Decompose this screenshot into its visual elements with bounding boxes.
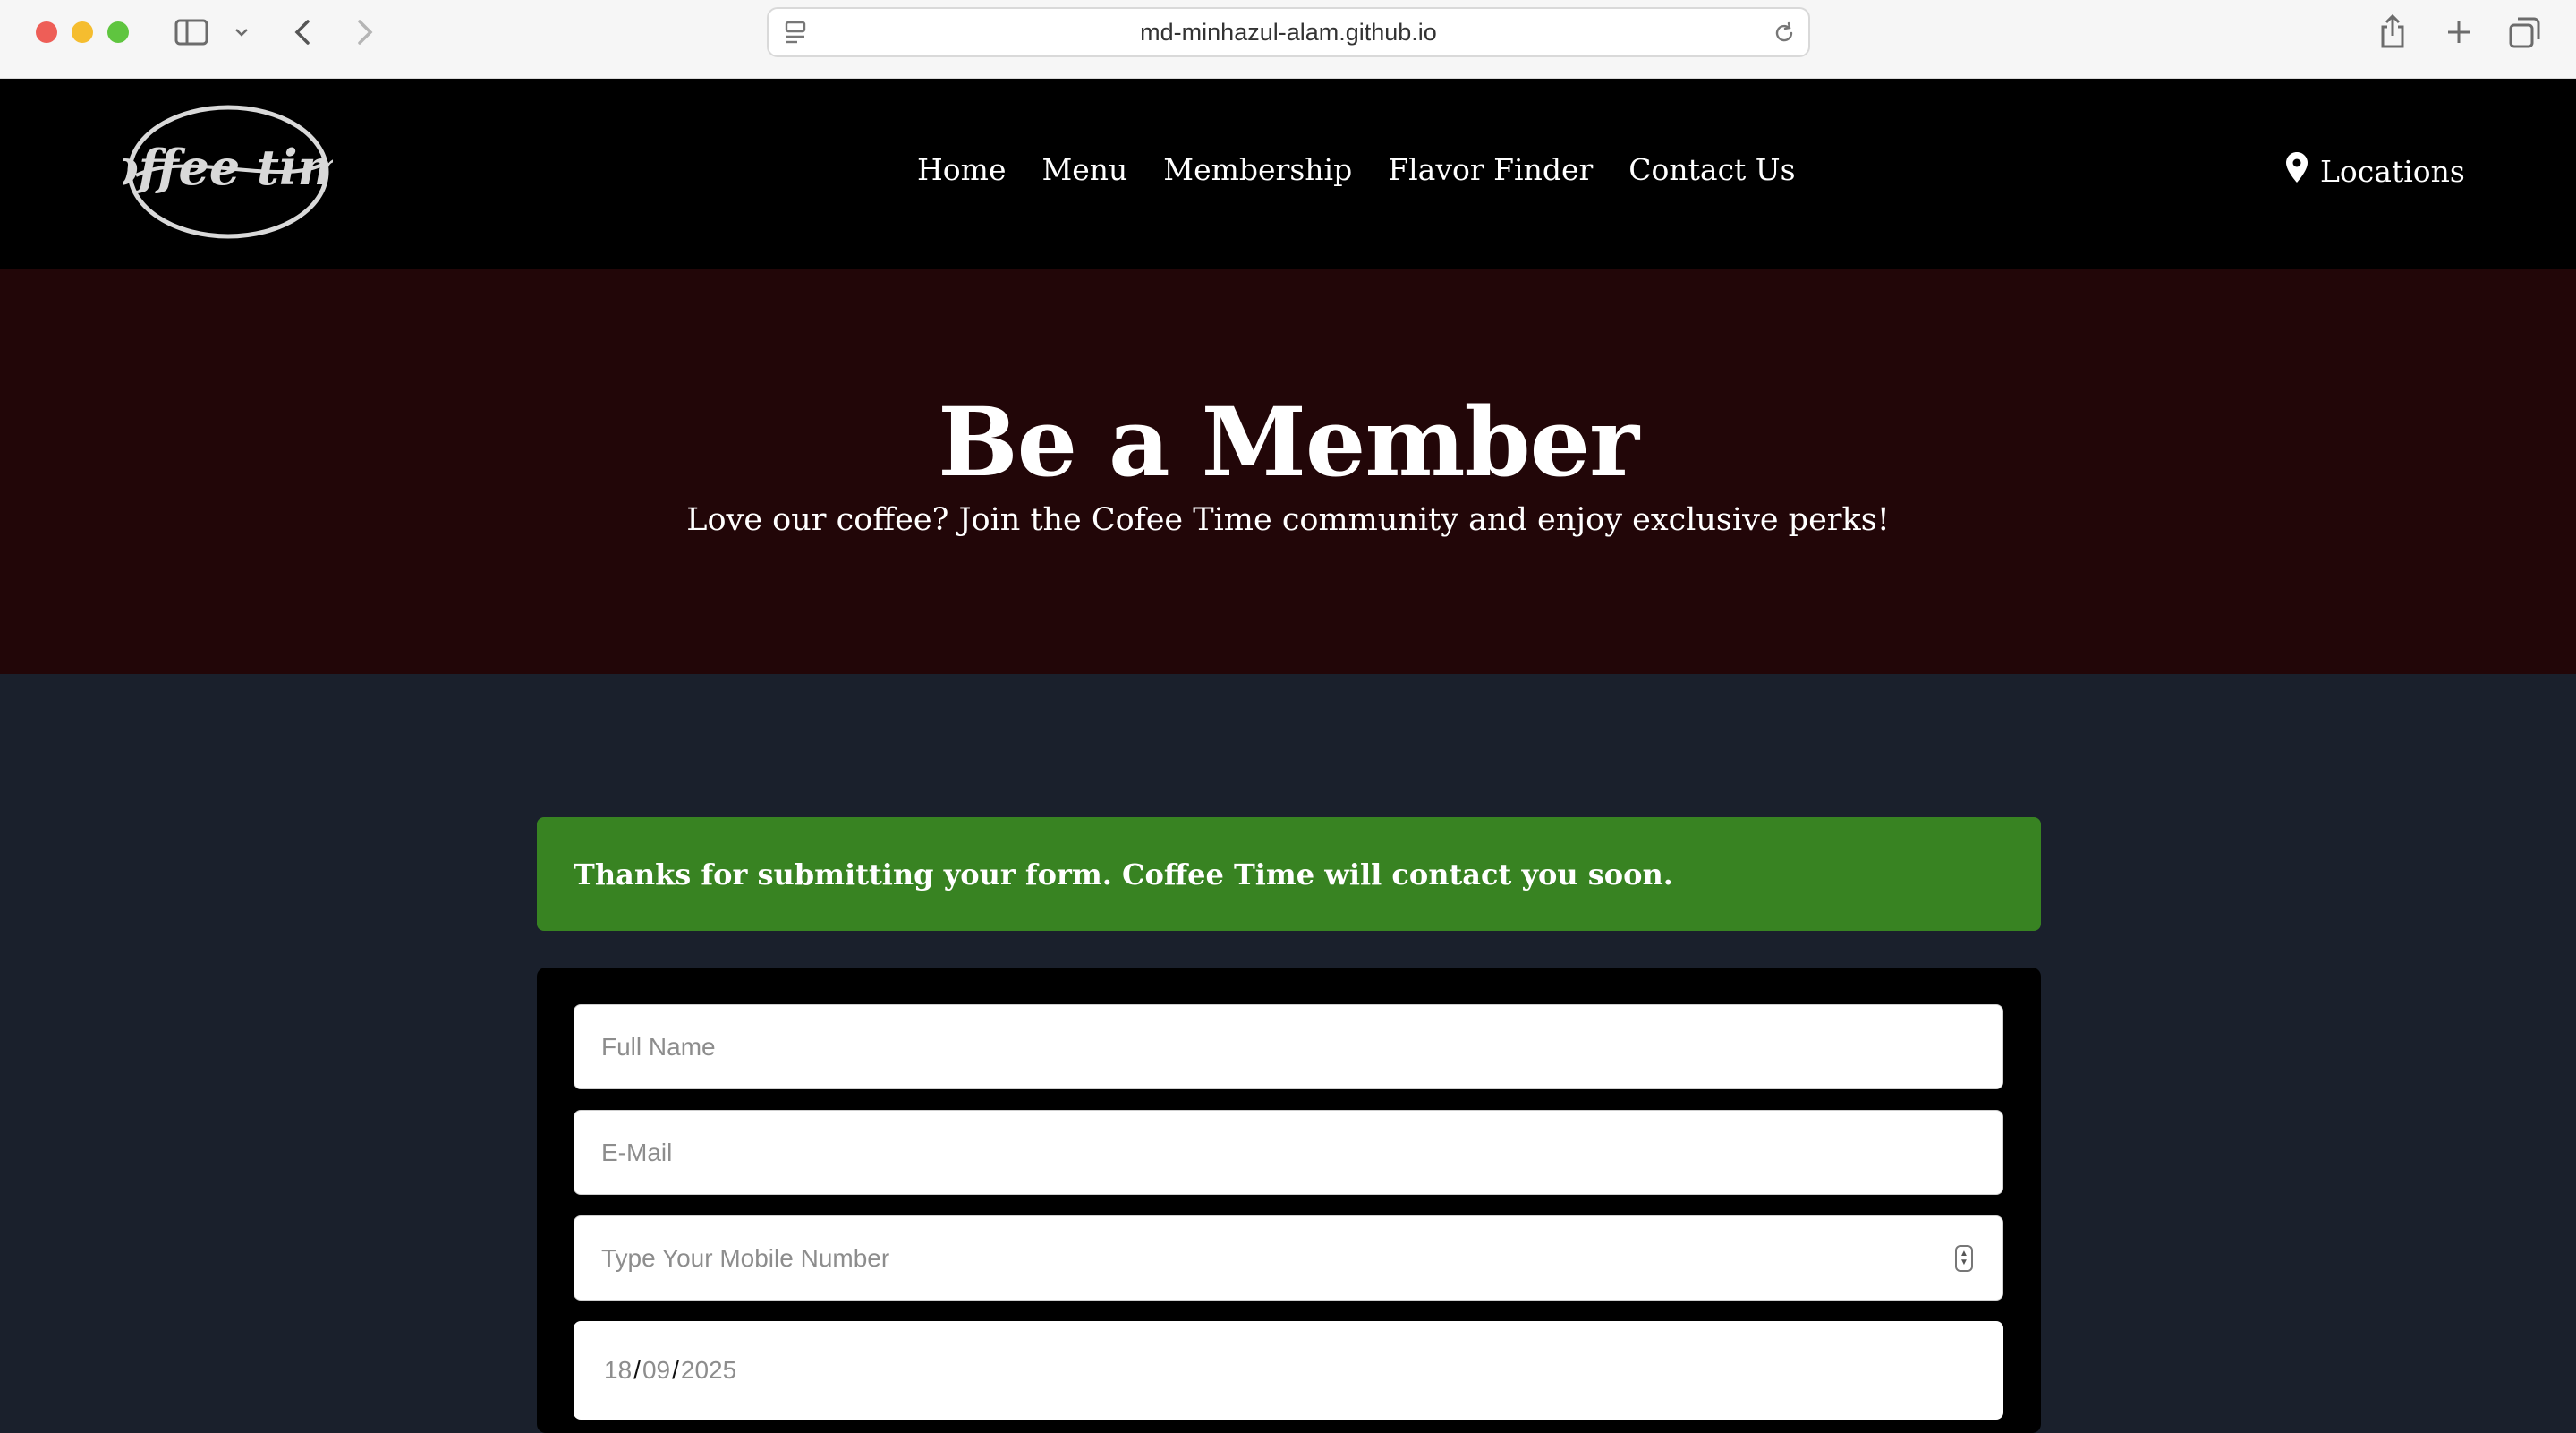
nav-membership[interactable]: Membership <box>1163 152 1352 187</box>
locations-link[interactable]: Locations <box>2286 152 2465 190</box>
date-day[interactable]: 18 <box>604 1356 632 1385</box>
address-bar[interactable]: md-minhazul-alam.github.io <box>767 7 1810 57</box>
date-month[interactable]: 09 <box>642 1356 670 1385</box>
mobile-number-input[interactable] <box>574 1215 2003 1301</box>
map-pin-icon <box>2286 152 2308 190</box>
url-text: md-minhazul-alam.github.io <box>1140 18 1437 46</box>
forward-arrow-icon[interactable] <box>351 16 379 48</box>
share-icon[interactable] <box>2376 13 2409 50</box>
date-input[interactable]: 18 / 09 / 2025 <box>574 1321 2003 1420</box>
tab-overview-icon[interactable] <box>2507 14 2543 50</box>
new-tab-icon[interactable] <box>2443 16 2475 48</box>
nav-flavor-finder[interactable]: Flavor Finder <box>1388 152 1593 187</box>
main-nav: Home Menu Membership Flavor Finder Conta… <box>917 152 1796 187</box>
membership-form: ▲▼ 18 / 09 / 2025 <box>537 968 2041 1433</box>
browser-toolbar: md-minhazul-alam.github.io <box>0 0 2576 79</box>
locations-label: Locations <box>2320 153 2465 189</box>
number-stepper-icon[interactable]: ▲ ▼ <box>1955 1245 1973 1272</box>
minimize-window-button[interactable] <box>72 21 93 43</box>
page-title: Be a Member <box>938 386 1639 498</box>
membership-hero: Be a Member Love our coffee? Join the Co… <box>0 269 2576 674</box>
date-separator: / <box>672 1356 679 1384</box>
back-arrow-icon[interactable] <box>288 16 317 48</box>
date-separator: / <box>633 1356 641 1384</box>
sidebar-toggle-icon[interactable] <box>174 16 209 48</box>
maximize-window-button[interactable] <box>107 21 129 43</box>
email-input[interactable] <box>574 1110 2003 1195</box>
nav-contact-us[interactable]: Contact Us <box>1628 152 1795 187</box>
logo-text: coffee time <box>123 139 333 196</box>
date-year[interactable]: 2025 <box>681 1356 736 1385</box>
nav-menu[interactable]: Menu <box>1041 152 1127 187</box>
chevron-down-icon[interactable] <box>231 20 252 45</box>
coffee-time-logo[interactable]: coffee time <box>77 97 379 242</box>
page-subtitle: Love our coffee? Join the Cofee Time com… <box>686 502 1890 538</box>
reload-icon[interactable] <box>1771 20 1798 47</box>
close-window-button[interactable] <box>36 21 57 43</box>
success-message: Thanks for submitting your form. Coffee … <box>574 857 1673 891</box>
nav-home[interactable]: Home <box>917 152 1006 187</box>
mobile-field-wrapper: ▲▼ <box>574 1215 2003 1301</box>
success-alert: Thanks for submitting your form. Coffee … <box>537 817 2041 931</box>
full-name-input[interactable] <box>574 1004 2003 1089</box>
